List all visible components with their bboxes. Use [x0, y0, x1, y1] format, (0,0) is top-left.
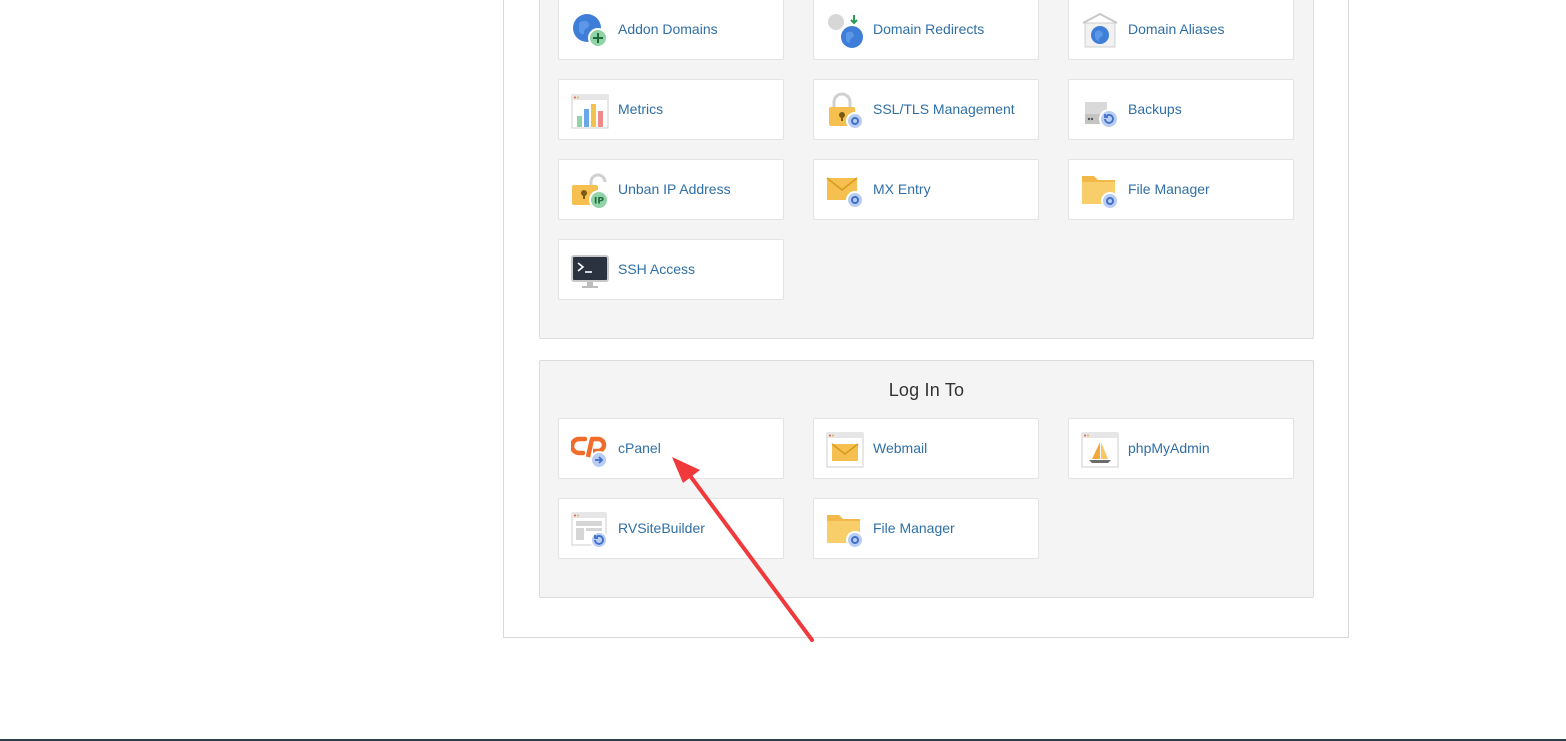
- tile-label: Metrics: [618, 101, 664, 117]
- svg-text:IP: IP: [594, 197, 604, 207]
- cpanel-logo-icon: [571, 431, 609, 469]
- tile-login-phpmyadmin[interactable]: phpMyAdmin: [1068, 418, 1294, 479]
- metrics-icon: [571, 92, 609, 130]
- tile-label: Domain Aliases: [1128, 21, 1225, 37]
- tile-label: cPanel: [618, 440, 661, 456]
- tile-label: SSL/TLS Management: [873, 101, 1015, 117]
- tile-backups[interactable]: Backups: [1068, 79, 1294, 140]
- webmail-icon: [826, 431, 864, 469]
- addon-domains-icon: [571, 12, 609, 50]
- tile-label: Backups: [1128, 101, 1182, 117]
- tile-ssl-tls-management[interactable]: SSL/TLS Management: [813, 79, 1039, 140]
- tile-file-manager[interactable]: File Manager: [1068, 159, 1294, 220]
- phpmyadmin-icon: [1081, 431, 1119, 469]
- mx-entry-icon: [826, 172, 864, 210]
- ssh-terminal-icon: [571, 252, 609, 290]
- unban-ip-icon: IP: [571, 172, 609, 210]
- login-panel: Log In To: [539, 360, 1314, 598]
- tile-label: Addon Domains: [618, 21, 718, 37]
- tile-label: phpMyAdmin: [1128, 440, 1210, 456]
- ssl-lock-icon: [826, 92, 864, 130]
- tile-label: Domain Redirects: [873, 21, 985, 37]
- domain-redirects-icon: [826, 12, 864, 50]
- domain-aliases-icon: [1081, 12, 1119, 50]
- panel-title: Log In To: [888, 380, 965, 400]
- file-manager-icon: [1081, 172, 1119, 210]
- rvsitebuilder-icon: [571, 511, 609, 549]
- tile-login-cpanel[interactable]: cPanel: [558, 418, 784, 479]
- tile-unban-ip-address[interactable]: IP Unban IP Address: [558, 159, 784, 220]
- tile-label: Webmail: [873, 440, 928, 456]
- tile-label: MX Entry: [873, 181, 931, 197]
- tile-login-file-manager[interactable]: File Manager: [813, 498, 1039, 559]
- tile-label: SSH Access: [618, 261, 696, 277]
- tile-label: RVSiteBuilder: [618, 520, 705, 536]
- tile-domain-redirects[interactable]: Domain Redirects: [813, 0, 1039, 60]
- tile-metrics[interactable]: Metrics: [558, 79, 784, 140]
- tile-ssh-access[interactable]: SSH Access: [558, 239, 784, 300]
- tile-label: Unban IP Address: [618, 181, 731, 197]
- tile-addon-domains[interactable]: Addon Domains: [558, 0, 784, 60]
- tile-login-rvsitebuilder[interactable]: RVSiteBuilder: [558, 498, 784, 559]
- tile-login-webmail[interactable]: Webmail: [813, 418, 1039, 479]
- tile-label: File Manager: [873, 520, 955, 536]
- backups-icon: [1081, 92, 1119, 130]
- tile-label: File Manager: [1128, 181, 1210, 197]
- tile-mx-entry[interactable]: MX Entry: [813, 159, 1039, 220]
- tile-domain-aliases[interactable]: Domain Aliases: [1068, 0, 1294, 60]
- file-manager-icon: [826, 511, 864, 549]
